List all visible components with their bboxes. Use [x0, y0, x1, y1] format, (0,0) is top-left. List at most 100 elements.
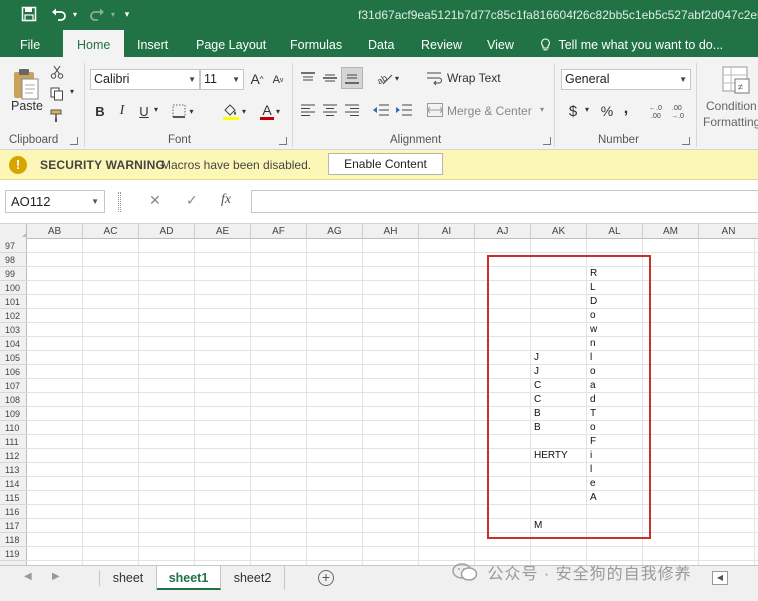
alignment-launcher-icon[interactable]: [543, 137, 551, 145]
row-header[interactable]: 103: [0, 323, 27, 337]
merge-center-button[interactable]: Merge & Center: [447, 104, 532, 118]
row-header[interactable]: 100: [0, 281, 27, 295]
tab-data[interactable]: Data: [368, 30, 394, 57]
fill-color-button[interactable]: ▾: [218, 101, 250, 121]
tab-formulas[interactable]: Formulas: [290, 30, 342, 57]
number-launcher-icon[interactable]: [682, 137, 690, 145]
currency-button[interactable]: $: [565, 101, 581, 121]
middle-align-icon[interactable]: [321, 69, 339, 87]
font-size-combo[interactable]: 11 ▼: [200, 69, 244, 90]
row-header[interactable]: 97: [0, 239, 27, 253]
add-sheet-icon[interactable]: +: [318, 570, 334, 586]
column-header[interactable]: AL: [587, 224, 643, 239]
clipboard-launcher-icon[interactable]: [70, 137, 78, 145]
shrink-font-button[interactable]: Av: [270, 71, 286, 89]
font-name-combo[interactable]: Calibri ▼: [90, 69, 200, 90]
select-all-corner[interactable]: [0, 224, 27, 239]
insert-function-icon[interactable]: fx: [221, 192, 231, 208]
enable-content-button[interactable]: Enable Content: [328, 153, 443, 175]
row-header[interactable]: 119: [0, 547, 27, 561]
increase-decimal-icon[interactable]: ←.0.00: [648, 101, 668, 121]
row-header[interactable]: 108: [0, 393, 27, 407]
column-header[interactable]: AK: [531, 224, 587, 239]
sheet-tab-sheet1[interactable]: sheet1: [157, 566, 221, 590]
save-icon[interactable]: [18, 4, 40, 24]
column-header[interactable]: AE: [195, 224, 251, 239]
column-header[interactable]: AD: [139, 224, 195, 239]
column-header[interactable]: AH: [363, 224, 419, 239]
column-header[interactable]: AG: [307, 224, 363, 239]
wrap-text-button[interactable]: Wrap Text: [447, 71, 501, 85]
grow-font-button[interactable]: A ^: [248, 69, 266, 89]
copy-icon[interactable]: [48, 85, 66, 103]
percent-button[interactable]: %: [598, 101, 616, 121]
formula-bar-splitter[interactable]: [118, 192, 121, 212]
copy-dropdown-icon[interactable]: ▾: [70, 87, 74, 96]
redo-icon[interactable]: [86, 4, 108, 24]
row-header[interactable]: 112: [0, 449, 27, 463]
tab-home[interactable]: Home: [63, 30, 125, 57]
row-header[interactable]: 110: [0, 421, 27, 435]
row-header[interactable]: 113: [0, 463, 27, 477]
row-header[interactable]: 105: [0, 351, 27, 365]
undo-icon[interactable]: [48, 4, 70, 24]
align-center-icon[interactable]: [321, 101, 339, 119]
row-header[interactable]: 99: [0, 267, 27, 281]
row-header[interactable]: 118: [0, 533, 27, 547]
row-header[interactable]: 109: [0, 407, 27, 421]
sheet-nav-next-icon[interactable]: ▶: [52, 571, 60, 582]
underline-button[interactable]: U: [136, 101, 152, 121]
merge-center-icon[interactable]: [426, 101, 444, 119]
column-header[interactable]: AF: [251, 224, 307, 239]
decrease-indent-icon[interactable]: [372, 101, 390, 119]
row-header[interactable]: 116: [0, 505, 27, 519]
italic-button[interactable]: I: [114, 101, 130, 121]
column-header[interactable]: AM: [643, 224, 699, 239]
undo-dropdown-icon[interactable]: ▾: [70, 4, 80, 24]
format-painter-icon[interactable]: [48, 107, 66, 125]
sheet-nav-prev-icon[interactable]: ◀: [24, 571, 32, 582]
scroll-left-icon[interactable]: ◀: [712, 571, 728, 585]
tab-review[interactable]: Review: [421, 30, 462, 57]
tab-insert[interactable]: Insert: [137, 30, 168, 57]
align-left-icon[interactable]: [299, 101, 317, 119]
row-header[interactable]: 104: [0, 337, 27, 351]
row-header[interactable]: 111: [0, 435, 27, 449]
row-header[interactable]: 107: [0, 379, 27, 393]
orientation-button[interactable]: ab ▾: [373, 69, 403, 87]
conditional-formatting-label-1[interactable]: Condition: [706, 99, 757, 113]
row-header[interactable]: 115: [0, 491, 27, 505]
row-header[interactable]: 102: [0, 309, 27, 323]
enter-icon[interactable]: ✓: [186, 192, 198, 209]
font-launcher-icon[interactable]: [279, 137, 287, 145]
formula-input[interactable]: [251, 190, 758, 213]
row-header[interactable]: 101: [0, 295, 27, 309]
font-color-button[interactable]: A ▾: [254, 101, 286, 121]
cut-icon[interactable]: [48, 63, 66, 81]
row-header[interactable]: 106: [0, 365, 27, 379]
wrap-text-icon[interactable]: [426, 69, 444, 87]
comma-button[interactable]: ,: [620, 99, 632, 119]
customize-quick-access-icon[interactable]: ▾: [120, 4, 134, 24]
number-format-combo[interactable]: General ▼: [561, 69, 691, 90]
conditional-formatting-icon[interactable]: ≠: [720, 63, 752, 97]
bottom-align-icon[interactable]: [341, 67, 363, 89]
row-header[interactable]: 114: [0, 477, 27, 491]
borders-button[interactable]: ▾: [168, 102, 198, 120]
row-header[interactable]: 117: [0, 519, 27, 533]
sheet-tab-sheet[interactable]: sheet: [100, 566, 157, 590]
currency-dropdown-icon[interactable]: ▾: [585, 105, 589, 114]
tab-page-layout[interactable]: Page Layout: [196, 30, 266, 57]
name-box[interactable]: AO112 ▼: [5, 190, 105, 213]
decrease-decimal-icon[interactable]: .00 →.0: [670, 101, 690, 121]
tab-file[interactable]: File: [20, 30, 40, 57]
sheet-tab-sheet2[interactable]: sheet2: [221, 566, 285, 590]
top-align-icon[interactable]: [299, 69, 317, 87]
conditional-formatting-label-2[interactable]: Formatting: [703, 115, 758, 129]
column-header[interactable]: AN: [699, 224, 758, 239]
column-header[interactable]: AC: [83, 224, 139, 239]
cancel-icon[interactable]: ✕: [149, 192, 161, 209]
bold-button[interactable]: B: [92, 101, 108, 121]
align-right-icon[interactable]: [343, 101, 361, 119]
row-header[interactable]: 98: [0, 253, 27, 267]
